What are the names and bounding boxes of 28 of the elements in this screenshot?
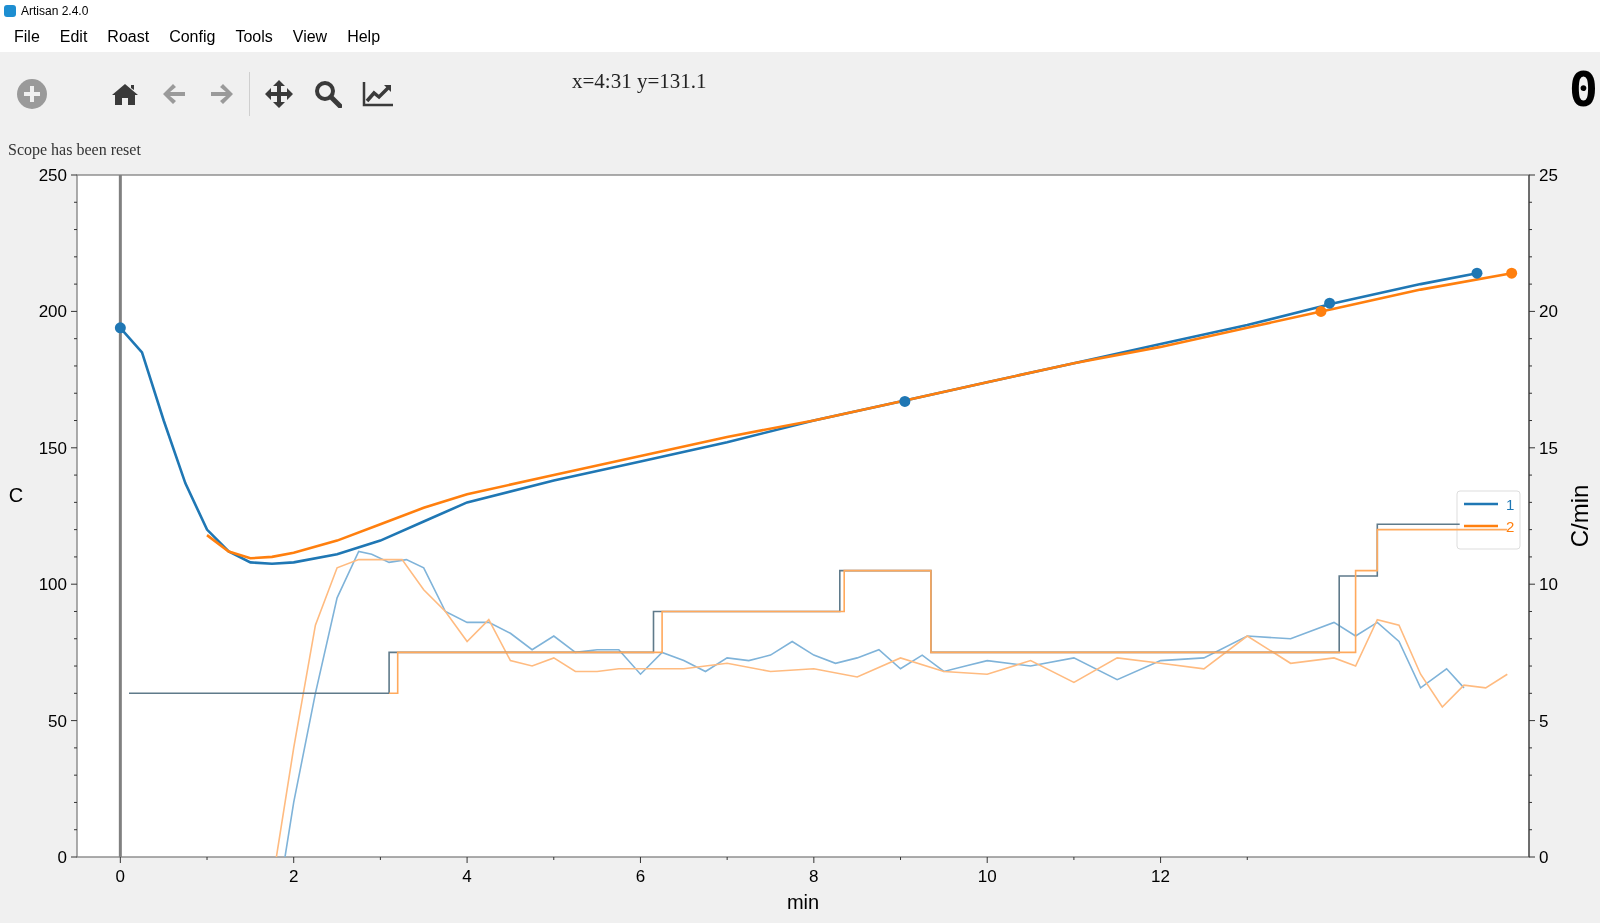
axis-tick-label: 100 <box>38 575 67 595</box>
axis-tick-label: 10 <box>977 867 997 886</box>
y-axis-label: C <box>8 484 24 506</box>
axis-tick-label: 10 <box>1539 575 1558 595</box>
axis-tick-label: 250 <box>38 166 67 185</box>
axis-tick-label: 50 <box>48 711 67 731</box>
window-title: Artisan 2.4.0 <box>21 3 89 18</box>
legend-label: 1 <box>1506 496 1515 513</box>
y-axis-label: C/min <box>1566 484 1593 548</box>
axis-tick-label: 2 <box>289 867 299 886</box>
axis-tick-label: 0 <box>57 848 67 867</box>
x-axis-label: min <box>786 891 820 913</box>
axis-tick-label: 5 <box>1539 711 1549 731</box>
lcd-display: 0 <box>1569 65 1598 113</box>
axis-tick-label: 0 <box>115 867 126 886</box>
axis-tick-label: 25 <box>1539 166 1558 185</box>
status-message: Scope has been reset <box>7 140 141 161</box>
legend-label: 2 <box>1506 518 1515 535</box>
cursor-coordinates: x=4:31 y=131.1 <box>572 68 707 94</box>
axis-tick-label: 200 <box>38 302 67 322</box>
axis-tick-label: 0 <box>1539 848 1549 867</box>
axis-tick-label: 8 <box>809 867 819 886</box>
axis-tick-label: 6 <box>635 867 646 886</box>
axis-tick-label: 15 <box>1539 438 1558 458</box>
axis-tick-label: 150 <box>38 438 67 458</box>
axis-tick-label: 12 <box>1151 867 1171 886</box>
axis-tick-label: 4 <box>462 867 472 886</box>
axis-tick-label: 20 <box>1539 302 1558 322</box>
